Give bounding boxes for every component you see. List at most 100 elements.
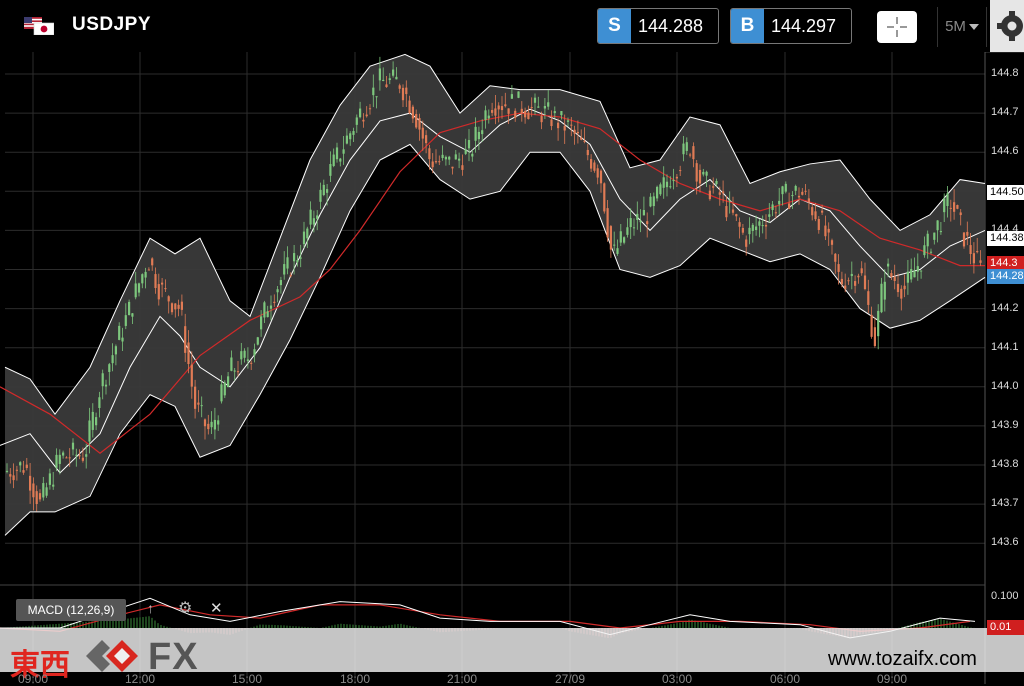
candle-body [821, 210, 824, 213]
macd-move-up-icon[interactable]: ↑ [147, 600, 154, 616]
candle-body [411, 106, 414, 119]
candle-body [213, 419, 216, 430]
candle-body [563, 125, 566, 131]
candle-body [497, 105, 500, 110]
candle-body [12, 475, 15, 481]
candle-body [210, 421, 213, 428]
candle-body [42, 483, 45, 498]
candle-body [111, 355, 114, 364]
candle-body [560, 111, 563, 116]
candle-body [860, 268, 863, 274]
candle-body [916, 266, 919, 272]
candle-body [675, 176, 678, 179]
timeframe-select[interactable]: 5M [937, 7, 987, 47]
candle-body [167, 296, 170, 302]
candle-body [283, 264, 286, 275]
candle-body [302, 231, 306, 245]
sell-tag: S [598, 9, 631, 43]
candle-body [177, 304, 180, 309]
candle-body [705, 171, 708, 176]
macd-settings-icon[interactable]: ⚙ [178, 598, 192, 618]
candle-body [335, 147, 339, 160]
candle-body [230, 357, 233, 371]
candle-body [953, 202, 956, 212]
candle-body [137, 283, 141, 293]
candle-body [207, 423, 210, 430]
candle-body [639, 221, 642, 223]
macd-value-badge: 0.01 [987, 620, 1024, 635]
price-chart[interactable] [0, 52, 1024, 684]
candle-body [233, 370, 236, 372]
candle-body [474, 126, 477, 141]
candle-body [692, 146, 695, 160]
y-tick-label: 143.7 [991, 497, 1019, 510]
candle-body [253, 349, 256, 356]
candle-body [527, 112, 530, 120]
candle-body [35, 491, 38, 505]
crosshair-button[interactable] [877, 11, 917, 43]
candle-body [533, 97, 537, 103]
candle-body [342, 149, 345, 154]
buy-button[interactable]: B 144.297 [730, 8, 852, 44]
candle-body [764, 224, 768, 227]
candle-body [672, 180, 675, 182]
candle-body [689, 154, 692, 156]
candle-body [920, 270, 923, 272]
candle-body [431, 161, 434, 168]
candle-body [52, 484, 55, 487]
candle-body [398, 85, 401, 89]
candle-body [405, 87, 408, 95]
candle-body [613, 244, 616, 246]
candle-body [352, 131, 355, 135]
candle-body [299, 257, 302, 259]
macd-indicator-label[interactable]: MACD (12,26,9) [16, 599, 126, 621]
candle-body [385, 84, 388, 88]
candle-body [243, 350, 246, 358]
candle-body [936, 220, 939, 231]
candle-body [154, 274, 157, 289]
candle-body [504, 104, 507, 107]
candle-body [421, 127, 424, 139]
candle-body [933, 232, 936, 240]
candle-body [929, 251, 933, 253]
candle-body [491, 110, 494, 113]
candle-body [184, 326, 187, 353]
candle-body [784, 183, 787, 192]
candle-body [415, 114, 418, 128]
macd-close-icon[interactable]: ✕ [210, 599, 223, 617]
symbol-title: USDJPY [72, 14, 152, 35]
candle-body [854, 281, 857, 286]
candle-body [461, 165, 464, 170]
candle-body [22, 470, 25, 473]
candle-body [434, 161, 438, 163]
candle-body [81, 457, 84, 461]
candle-body [626, 227, 629, 235]
candle-body [197, 402, 200, 405]
candle-body [418, 118, 421, 130]
candle-body [576, 131, 579, 134]
candle-body [755, 226, 758, 231]
candle-body [830, 240, 834, 245]
candle-body [629, 218, 632, 228]
candle-body [451, 166, 454, 169]
candle-body [236, 371, 240, 373]
candle-body [887, 263, 890, 267]
candle-body [748, 227, 751, 235]
candle-body [939, 231, 942, 233]
candle-body [322, 184, 325, 196]
candle-body [722, 191, 725, 194]
candle-body [507, 108, 510, 114]
candle-body [194, 386, 197, 409]
candle-body [596, 168, 599, 178]
candle-body [590, 159, 593, 169]
candle-body [362, 119, 365, 122]
candle-body [319, 189, 322, 202]
candle-body [359, 108, 362, 118]
candle-body [9, 474, 12, 477]
sell-button[interactable]: S 144.288 [597, 8, 719, 44]
candle-body [408, 100, 411, 114]
candle-body [642, 209, 645, 216]
candle-body [263, 302, 266, 318]
candle-body [573, 129, 576, 134]
chart-settings-button[interactable] [990, 0, 1024, 52]
